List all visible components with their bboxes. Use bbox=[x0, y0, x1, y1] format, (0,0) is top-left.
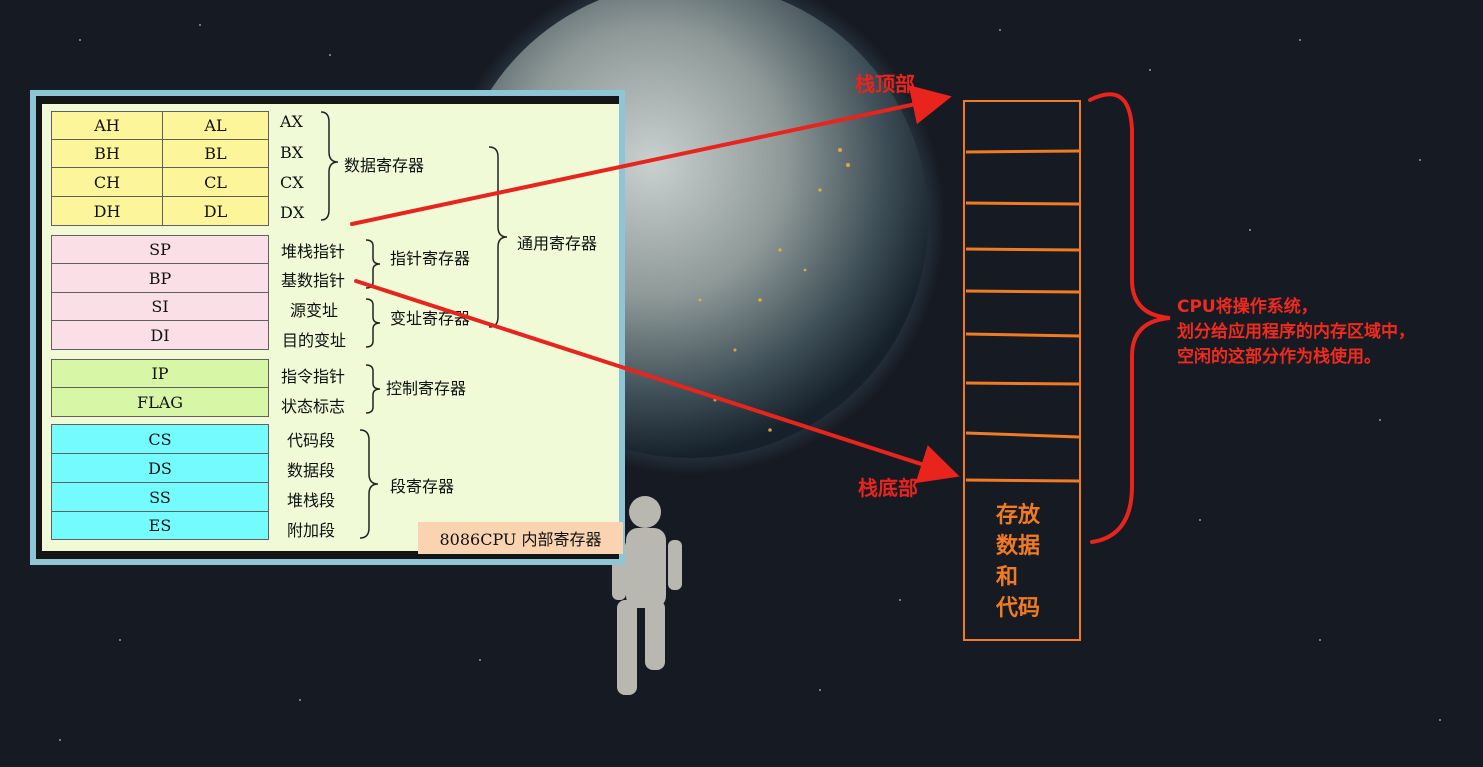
register-diagram: AH AL BH BL CH CL DH DL AX BX CX DX 数据寄存… bbox=[42, 104, 623, 554]
brace-index-registers bbox=[365, 298, 381, 348]
stack-data-line-4: 代码 bbox=[996, 596, 1041, 621]
stack-note: CPU将操作系统， 划分给应用程序的内存区域中， 空闲的这部分作为栈使用。 bbox=[1177, 295, 1415, 370]
stack-note-line-2: 划分给应用程序的内存区域中， bbox=[1177, 322, 1415, 342]
brace-data-registers bbox=[320, 111, 339, 221]
brace-pointer-registers bbox=[365, 239, 381, 289]
stack-note-line-1: CPU将操作系统， bbox=[1177, 297, 1318, 317]
brace-general-registers bbox=[488, 146, 508, 328]
stack-top-label: 栈顶部 bbox=[855, 72, 915, 96]
stack-note-line-3: 空闲的这部分作为栈使用。 bbox=[1177, 347, 1381, 367]
brace-control-registers bbox=[365, 364, 381, 414]
stack-data-line-2: 数据 bbox=[996, 534, 1041, 559]
stack-data-line-3: 和 bbox=[996, 565, 1019, 590]
group-braces bbox=[320, 111, 508, 539]
brace-segment-registers bbox=[359, 429, 379, 539]
register-diagram-panel: AH AL BH BL CH CL DH DL AX BX CX DX 数据寄存… bbox=[30, 90, 625, 565]
stack-bottom-label: 栈底部 bbox=[858, 476, 918, 500]
stack-data-line-1: 存放 bbox=[996, 503, 1041, 528]
